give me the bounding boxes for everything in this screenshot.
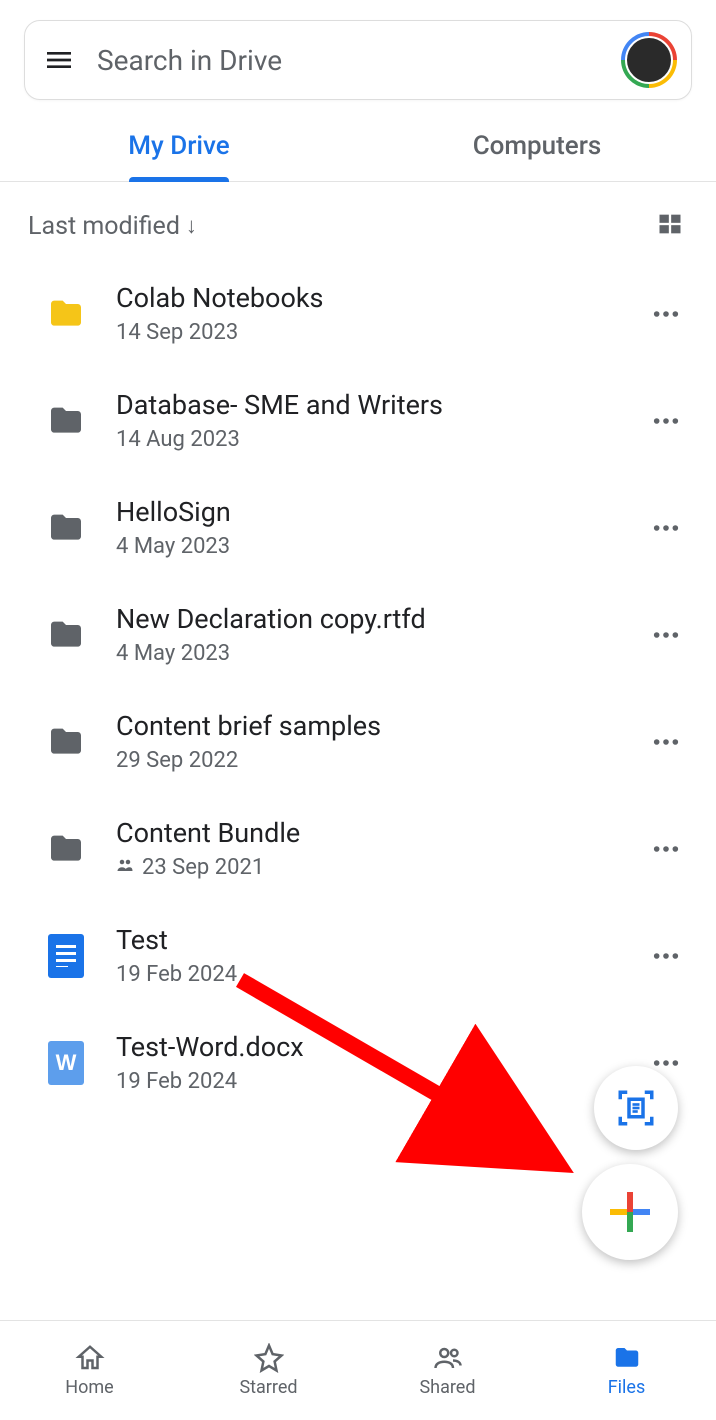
file-name: Test <box>116 924 644 956</box>
nav-home[interactable]: Home <box>0 1321 179 1420</box>
file-meta: 4 May 2023 <box>116 641 644 666</box>
google-docs-icon <box>44 934 88 978</box>
sort-label-text: Last modified <box>28 212 180 241</box>
file-row[interactable]: Database- SME and Writers 14 Aug 2023 <box>0 367 716 474</box>
add-button[interactable] <box>582 1164 678 1260</box>
file-name: HelloSign <box>116 496 644 528</box>
folder-icon <box>44 613 88 657</box>
file-list: Colab Notebooks 14 Sep 2023 Database- SME … <box>0 260 716 1116</box>
file-date: 14 Sep 2023 <box>116 320 238 345</box>
more-options-button[interactable] <box>644 613 688 657</box>
menu-icon[interactable] <box>39 40 79 80</box>
folder-icon <box>612 1343 642 1373</box>
nav-starred-label: Starred <box>239 1377 297 1398</box>
file-meta: 19 Feb 2024 <box>116 1069 644 1094</box>
file-name: Content Bundle <box>116 817 644 849</box>
file-text: New Declaration copy.rtfd 4 May 2023 <box>116 603 644 666</box>
tab-my-drive[interactable]: My Drive <box>0 110 358 181</box>
file-date: 14 Aug 2023 <box>116 427 240 452</box>
nav-shared[interactable]: Shared <box>358 1321 537 1420</box>
file-text: Test 19 Feb 2024 <box>116 924 644 987</box>
file-date: 19 Feb 2024 <box>116 1069 237 1094</box>
file-meta: 4 May 2023 <box>116 534 644 559</box>
file-text: Database- SME and Writers 14 Aug 2023 <box>116 389 644 452</box>
more-options-button[interactable] <box>644 720 688 764</box>
file-meta: 14 Sep 2023 <box>116 320 644 345</box>
word-doc-icon: W <box>44 1041 88 1085</box>
file-date: 19 Feb 2024 <box>116 962 237 987</box>
sort-button[interactable]: Last modified ↓ <box>28 212 197 241</box>
file-meta: 23 Sep 2021 <box>116 855 644 880</box>
file-date: 4 May 2023 <box>116 534 230 559</box>
nav-starred[interactable]: Starred <box>179 1321 358 1420</box>
folder-icon <box>44 827 88 871</box>
file-name: Database- SME and Writers <box>116 389 644 421</box>
file-row[interactable]: Content brief samples 29 Sep 2022 <box>0 688 716 795</box>
account-avatar[interactable] <box>621 32 677 88</box>
file-meta: 14 Aug 2023 <box>116 427 644 452</box>
plus-icon <box>610 1192 650 1232</box>
file-row[interactable]: Content Bundle 23 Sep 2021 <box>0 795 716 902</box>
file-row[interactable]: Test 19 Feb 2024 <box>0 902 716 1009</box>
more-options-button[interactable] <box>644 827 688 871</box>
file-meta: 29 Sep 2022 <box>116 748 644 773</box>
more-options-button[interactable] <box>644 399 688 443</box>
file-row[interactable]: New Declaration copy.rtfd 4 May 2023 <box>0 581 716 688</box>
file-date: 23 Sep 2021 <box>142 855 264 880</box>
nav-files[interactable]: Files <box>537 1321 716 1420</box>
nav-home-label: Home <box>65 1377 113 1398</box>
file-name: New Declaration copy.rtfd <box>116 603 644 635</box>
folder-icon <box>44 399 88 443</box>
file-text: Test-Word.docx 19 Feb 2024 <box>116 1031 644 1094</box>
scan-button[interactable] <box>594 1066 678 1150</box>
tab-computers[interactable]: Computers <box>358 110 716 181</box>
bottom-nav: Home Starred Shared Files <box>0 1320 716 1420</box>
file-text: HelloSign 4 May 2023 <box>116 496 644 559</box>
file-text: Content Bundle 23 Sep 2021 <box>116 817 644 880</box>
file-row[interactable]: HelloSign 4 May 2023 <box>0 474 716 581</box>
file-text: Content brief samples 29 Sep 2022 <box>116 710 644 773</box>
grid-view-icon[interactable] <box>656 210 684 242</box>
folder-icon <box>44 292 88 336</box>
search-bar[interactable]: Search in Drive <box>24 20 692 100</box>
more-options-button[interactable] <box>644 934 688 978</box>
file-name: Test-Word.docx <box>116 1031 644 1063</box>
avatar-image <box>625 36 673 84</box>
file-date: 4 May 2023 <box>116 641 230 666</box>
tabs: My Drive Computers <box>0 110 716 182</box>
more-options-button[interactable] <box>644 506 688 550</box>
file-meta: 19 Feb 2024 <box>116 962 644 987</box>
arrow-down-icon: ↓ <box>186 213 197 239</box>
folder-icon <box>44 506 88 550</box>
people-icon <box>433 1343 463 1373</box>
file-name: Content brief samples <box>116 710 644 742</box>
sort-row: Last modified ↓ <box>0 182 716 260</box>
file-row[interactable]: Colab Notebooks 14 Sep 2023 <box>0 260 716 367</box>
file-text: Colab Notebooks 14 Sep 2023 <box>116 282 644 345</box>
nav-files-label: Files <box>608 1377 646 1398</box>
nav-shared-label: Shared <box>419 1377 475 1398</box>
star-icon <box>254 1343 284 1373</box>
file-date: 29 Sep 2022 <box>116 748 238 773</box>
search-input[interactable]: Search in Drive <box>97 44 621 77</box>
folder-icon <box>44 720 88 764</box>
home-icon <box>75 1343 105 1373</box>
more-options-button[interactable] <box>644 292 688 336</box>
file-name: Colab Notebooks <box>116 282 644 314</box>
shared-icon <box>116 855 134 880</box>
